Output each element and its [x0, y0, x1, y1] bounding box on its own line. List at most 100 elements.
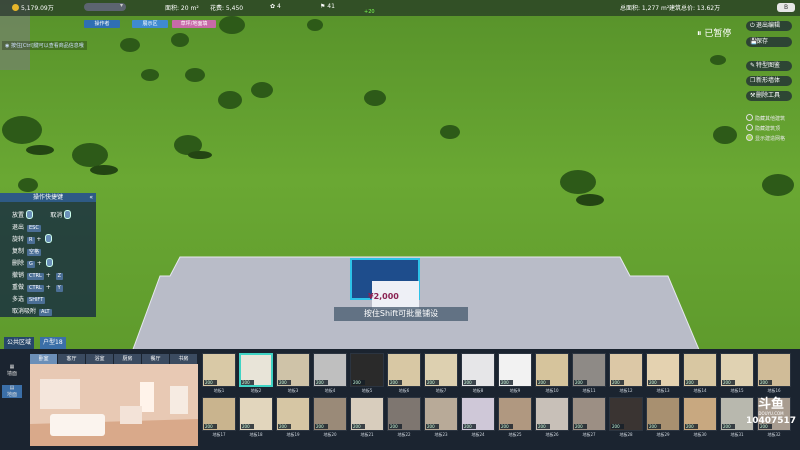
- price-label: ¥2,000: [368, 292, 399, 301]
- tile-item[interactable]: 200 地板5: [350, 353, 384, 396]
- tile-price: 200: [648, 380, 661, 385]
- tile-name: 地板9: [509, 388, 521, 393]
- region-public[interactable]: 公共区域: [4, 337, 35, 349]
- tile-item[interactable]: 200 地板14: [683, 353, 717, 396]
- tab-dining[interactable]: 餐厅: [142, 354, 169, 364]
- tile-item[interactable]: 200 地板29: [646, 397, 680, 440]
- tile-item[interactable]: 200 地板19: [276, 397, 310, 440]
- tile-item[interactable]: 200 地板2: [239, 353, 273, 396]
- special-catalog-button[interactable]: ✎特型图鉴: [746, 61, 792, 71]
- tile-item[interactable]: 200 地板10: [535, 353, 569, 396]
- pause-status[interactable]: ⏸ 已暂停: [697, 26, 731, 39]
- shortcut-delete: 删除 G +: [12, 258, 53, 268]
- shift-tip: 按住Shift可批量铺设: [334, 307, 468, 321]
- tree: [251, 82, 273, 98]
- tree: [713, 126, 737, 144]
- mode-button-2[interactable]: 展示区: [132, 20, 168, 28]
- shortcut-exit: 退出 ESC: [12, 224, 41, 232]
- delete-tool-button[interactable]: ⚒删除工具: [746, 91, 792, 101]
- tile-item[interactable]: 200 地板27: [572, 397, 606, 440]
- tab-study[interactable]: 书房: [170, 354, 197, 364]
- tile-item[interactable]: 200 地板25: [498, 397, 532, 440]
- tile-name: 地板7: [435, 388, 447, 393]
- tile-price: 200: [352, 424, 365, 429]
- tile-name: 地板2: [250, 388, 262, 393]
- tile-item[interactable]: 200 地板21: [350, 397, 384, 440]
- tile-name: 地板24: [471, 432, 485, 437]
- tile-item[interactable]: 200 地板20: [313, 397, 347, 440]
- hide-buildings-checkbox[interactable]: 隐藏其他建筑: [746, 114, 785, 122]
- tile-price: 200: [278, 380, 291, 385]
- tile-item[interactable]: 200 地板16: [757, 353, 791, 396]
- tile-price: 200: [500, 380, 513, 385]
- tile-item[interactable]: 200 地板9: [498, 353, 532, 396]
- tile-item[interactable]: 200 地板4: [313, 353, 347, 396]
- show-grid-checkbox[interactable]: 显示建造网格: [746, 134, 785, 142]
- tile-price: 200: [389, 380, 402, 385]
- tile-item[interactable]: 200 地板13: [646, 353, 680, 396]
- hint-text: ◉ 按住[Ctrl]键可以查看商品信息哦: [2, 41, 87, 50]
- exit-edit-button[interactable]: ⏻退出编辑: [746, 21, 792, 31]
- shortcut-multiselect: 多选 SHIFT: [12, 296, 46, 304]
- tile-item[interactable]: 200 地板12: [609, 353, 643, 396]
- mode-button-1[interactable]: 操作者: [84, 20, 120, 28]
- new-wall-button[interactable]: ❐新形墙体: [746, 76, 792, 86]
- tile-item[interactable]: 200 地板1: [202, 353, 236, 396]
- tab-bathroom[interactable]: 浴室: [86, 354, 113, 364]
- tile-item[interactable]: 200 地板7: [424, 353, 458, 396]
- tile-name: 地板17: [212, 432, 226, 437]
- save-button[interactable]: 💾保存: [746, 37, 792, 47]
- shortcut-no-snap: 取消吸附 ALT: [12, 308, 52, 316]
- tab-kitchen[interactable]: 厨房: [114, 354, 141, 364]
- stat-2: ⚑ 41: [320, 3, 335, 10]
- tree: [218, 91, 242, 109]
- tile-item[interactable]: 200 地板30: [683, 397, 717, 440]
- tile-item[interactable]: 200 地板18: [239, 397, 273, 440]
- tree: [141, 69, 159, 81]
- tile-price: 200: [611, 380, 624, 385]
- tab-living-room[interactable]: 客厅: [58, 354, 85, 364]
- tile-item[interactable]: 200 地板22: [387, 397, 421, 440]
- mouse-wheel-icon: [45, 234, 53, 243]
- tile-name: 地板20: [323, 432, 337, 437]
- tab-bedroom[interactable]: 卧室: [30, 354, 57, 364]
- tile-price: 200: [241, 424, 254, 429]
- tile-name: 地板15: [730, 388, 744, 393]
- speed-selector[interactable]: [84, 2, 126, 11]
- total-value: 建筑总价: 13.62万: [669, 5, 721, 12]
- tile-item[interactable]: 200 地板15: [720, 353, 754, 396]
- toggle-button[interactable]: B: [777, 3, 795, 12]
- tile-name: 地板21: [360, 432, 374, 437]
- tile-item[interactable]: 200 地板11: [572, 353, 606, 396]
- tile-item[interactable]: 200 地板8: [461, 353, 495, 396]
- tile-price: 200: [574, 380, 587, 385]
- hide-roof-checkbox[interactable]: 隐藏建筑顶: [746, 124, 780, 132]
- tile-name: 地板26: [545, 432, 559, 437]
- floor-icon: ▤: [9, 385, 15, 391]
- wall-tool[interactable]: ▦ 墙面: [2, 364, 22, 377]
- tree: [440, 125, 460, 139]
- tile-price: 200: [241, 380, 254, 385]
- tile-name: 地板18: [249, 432, 263, 437]
- room-preview-image: [30, 364, 198, 446]
- mode-button-3[interactable]: 草坪/地面填: [172, 20, 216, 28]
- tile-item[interactable]: 200 地板17: [202, 397, 236, 440]
- tile-item[interactable]: 200 地板28: [609, 397, 643, 440]
- tile-name: 地板27: [582, 432, 596, 437]
- collapse-icon[interactable]: «: [89, 193, 93, 202]
- tree: [18, 178, 38, 192]
- region-type[interactable]: 户型18: [40, 337, 66, 349]
- tree: [171, 33, 189, 47]
- tile-item[interactable]: 200 地板26: [535, 397, 569, 440]
- tile-item[interactable]: 200 地板23: [424, 397, 458, 440]
- tile-item[interactable]: 200 地板6: [387, 353, 421, 396]
- tile-name: 地板29: [656, 432, 670, 437]
- tile-name: 地板5: [361, 388, 373, 393]
- tile-item[interactable]: 200 地板3: [276, 353, 310, 396]
- tile-price: 200: [463, 424, 476, 429]
- tile-item[interactable]: 200 地板24: [461, 397, 495, 440]
- mouse-right-icon: [64, 210, 72, 219]
- tile-price: 200: [722, 380, 735, 385]
- tile-price: 200: [611, 424, 624, 429]
- floor-tool[interactable]: ▤ 地面: [2, 385, 22, 398]
